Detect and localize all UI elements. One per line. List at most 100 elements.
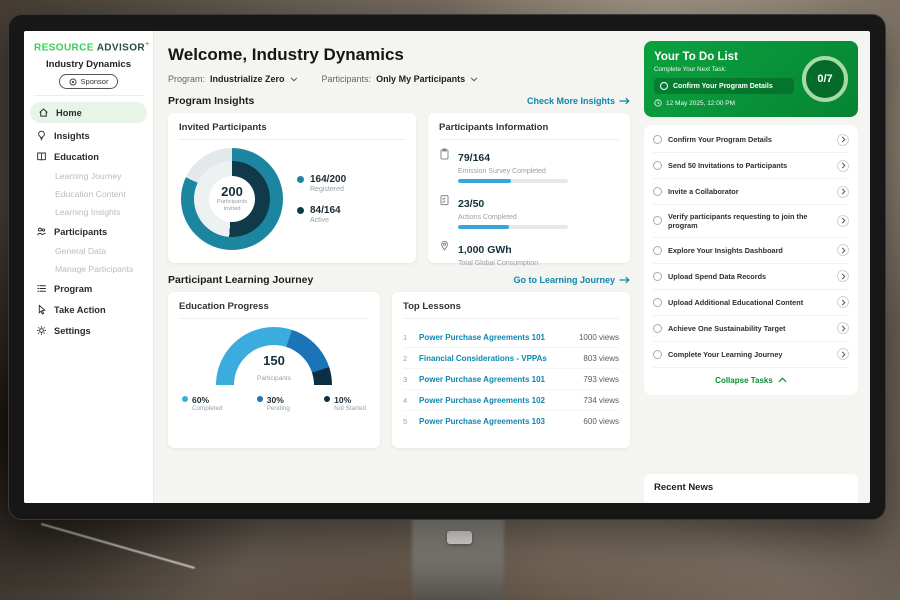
task-row[interactable]: Complete Your Learning Journey [653, 342, 849, 368]
sidebar-item-settings[interactable]: Settings [24, 320, 153, 341]
sidebar-item-learning-journey[interactable]: Learning Journey [24, 167, 153, 185]
participants-select[interactable]: Participants: Only My Participants [322, 74, 479, 84]
todo-progress-ring: 0/7 [802, 56, 848, 102]
task-checkbox[interactable] [653, 161, 662, 170]
education-progress-card: Education Progress 150 Participants [168, 292, 380, 448]
hand-pointer-icon [36, 304, 47, 315]
task-row[interactable]: Upload Additional Educational Content [653, 290, 849, 316]
actions-progress-bar [458, 225, 568, 229]
stat-emission-survey: 79/164 Emission Survey Completed [439, 148, 619, 183]
legend-dot-completed [182, 396, 188, 402]
collapse-tasks-button[interactable]: Collapse Tasks [653, 368, 849, 393]
sidebar-item-program[interactable]: Program [24, 278, 153, 299]
chevron-right-icon[interactable] [837, 134, 849, 146]
chevron-right-icon[interactable] [837, 322, 849, 334]
brand-logo: RESOURCE ADVISOR+ [24, 41, 153, 58]
task-list: Confirm Your Program Details Send 50 Inv… [644, 125, 858, 395]
main-content: Welcome, Industry Dynamics Program: Indu… [154, 31, 644, 503]
sponsor-badge[interactable]: Sponsor [59, 74, 119, 89]
task-row[interactable]: Send 50 Invitations to Participants [653, 153, 849, 179]
cable [41, 523, 195, 569]
chevron-right-icon[interactable] [837, 244, 849, 256]
invited-participants-card: Invited Participants 200 Participants In… [168, 113, 416, 263]
task-checkbox[interactable] [653, 135, 662, 144]
lesson-row: 1 Power Purchase Agreements 101 1000 vie… [403, 327, 619, 348]
lesson-link[interactable]: Power Purchase Agreements 102 [419, 396, 576, 405]
stand-detail [447, 531, 472, 544]
sidebar-item-home[interactable]: Home [30, 102, 147, 123]
filters-row: Program: Industrialize Zero Participants… [168, 74, 630, 84]
participants-information-card: Participants Information 79/164 Emission… [428, 113, 630, 263]
sidebar-item-participants[interactable]: Participants [24, 221, 153, 242]
next-task[interactable]: Confirm Your Program Details [654, 78, 794, 94]
dashboard-screen: RESOURCE ADVISOR+ Industry Dynamics Spon… [24, 31, 870, 503]
sidebar-item-education[interactable]: Education [24, 146, 153, 167]
todo-summary-card: Your To Do List Complete Your Next Task:… [644, 41, 858, 117]
home-icon [38, 107, 49, 118]
task-row[interactable]: Explore Your Insights Dashboard [653, 238, 849, 264]
task-checkbox[interactable] [653, 246, 662, 255]
chevron-up-icon [778, 377, 787, 383]
monitor-bezel: RESOURCE ADVISOR+ Industry Dynamics Spon… [8, 14, 886, 520]
task-row[interactable]: Upload Spend Data Records [653, 264, 849, 290]
task-row[interactable]: Achieve One Sustainability Target [653, 316, 849, 342]
stat-global-consumption: 1,000 GWh Total Global Consumption [439, 240, 619, 271]
sidebar-item-insights[interactable]: Insights [24, 125, 153, 146]
list-icon [36, 283, 47, 294]
task-row[interactable]: Invite a Collaborator [653, 179, 849, 205]
gear-icon [36, 325, 47, 336]
lesson-row: 4 Power Purchase Agreements 102 734 view… [403, 390, 619, 411]
task-row[interactable]: Confirm Your Program Details [653, 127, 849, 153]
chevron-right-icon[interactable] [837, 270, 849, 282]
people-icon [36, 226, 47, 237]
gauge-legend: 60% Completed 30% Pending 10% [179, 395, 369, 412]
chevron-right-icon[interactable] [837, 348, 849, 360]
chevron-down-icon [290, 77, 298, 82]
chevron-down-icon [470, 77, 478, 82]
check-more-insights-link[interactable]: Check More Insights [527, 96, 630, 106]
chevron-right-icon[interactable] [837, 160, 849, 172]
sidebar-item-education-content[interactable]: Education Content [24, 185, 153, 203]
sponsor-icon [69, 78, 77, 86]
location-pin-icon [439, 240, 450, 252]
background-photo: RESOURCE ADVISOR+ Industry Dynamics Spon… [0, 0, 900, 600]
lesson-row: 5 Power Purchase Agreements 103 600 view… [403, 411, 619, 431]
sidebar-item-manage-participants[interactable]: Manage Participants [24, 260, 153, 278]
legend-dot-pending [257, 396, 263, 402]
lesson-link[interactable]: Power Purchase Agreements 101 [419, 375, 576, 384]
recent-news-header: Recent News [644, 474, 858, 503]
top-lessons-card: Top Lessons 1 Power Purchase Agreements … [392, 292, 630, 448]
org-name: Industry Dynamics [24, 59, 153, 70]
task-checkbox[interactable] [660, 82, 668, 90]
lesson-row: 3 Power Purchase Agreements 101 793 view… [403, 369, 619, 390]
program-insights-header: Program Insights Check More Insights [168, 95, 630, 107]
task-row[interactable]: Verify participants requesting to join t… [653, 205, 849, 238]
task-checkbox[interactable] [653, 216, 662, 225]
task-checkbox[interactable] [653, 350, 662, 359]
insights-cards-row: Invited Participants 200 Participants In… [168, 113, 630, 263]
sidebar-item-general-data[interactable]: General Data [24, 242, 153, 260]
todo-panel: Your To Do List Complete Your Next Task:… [644, 31, 870, 503]
invited-donut: 200 Participants Invited [181, 148, 283, 250]
chevron-right-icon[interactable] [837, 215, 849, 227]
lesson-link[interactable]: Power Purchase Agreements 103 [419, 417, 576, 426]
lesson-row: 2 Financial Considerations - VPPAs 803 v… [403, 348, 619, 369]
task-checkbox[interactable] [653, 187, 662, 196]
chevron-right-icon[interactable] [837, 186, 849, 198]
emission-progress-bar [458, 179, 568, 183]
task-checkbox[interactable] [653, 324, 662, 333]
lesson-link[interactable]: Power Purchase Agreements 101 [419, 333, 572, 342]
sidebar-item-take-action[interactable]: Take Action [24, 299, 153, 320]
lesson-link[interactable]: Financial Considerations - VPPAs [419, 354, 576, 363]
task-checkbox[interactable] [653, 272, 662, 281]
task-checkbox[interactable] [653, 298, 662, 307]
sidebar-item-learning-insights[interactable]: Learning Insights [24, 203, 153, 221]
todo-title: Your To Do List [654, 51, 794, 63]
legend-dot-not-started [324, 396, 330, 402]
program-select[interactable]: Program: Industrialize Zero [168, 74, 298, 84]
checklist-icon [439, 194, 450, 206]
legend-dot-active [297, 207, 304, 214]
go-to-learning-journey-link[interactable]: Go to Learning Journey [513, 275, 630, 285]
page-title: Welcome, Industry Dynamics [168, 45, 630, 65]
chevron-right-icon[interactable] [837, 296, 849, 308]
